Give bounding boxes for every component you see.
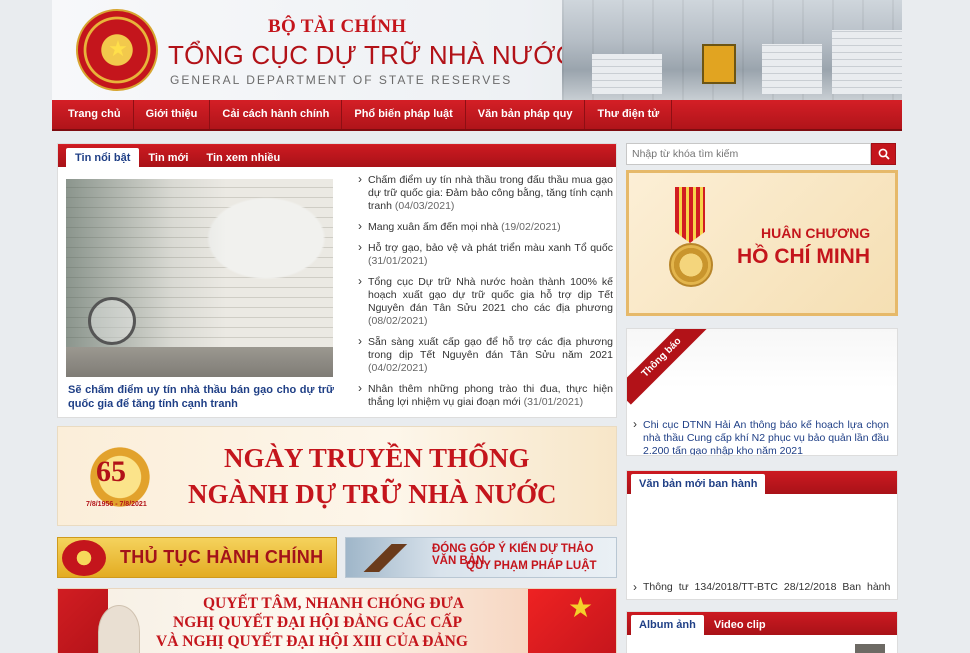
featured-news-image[interactable] [66, 179, 333, 377]
nav-item-about[interactable]: Giới thiệu [134, 100, 211, 129]
rice-stack [762, 44, 822, 94]
tab-new-documents[interactable]: Văn bản mới ban hành [631, 474, 766, 494]
image-floor [66, 347, 333, 377]
forklift [702, 44, 736, 84]
medal-icon [669, 243, 713, 287]
search-icon [878, 148, 890, 160]
news-title[interactable]: Tổng cục Dự trữ Nhà nước hoàn thành 100%… [368, 276, 613, 314]
admin-procedures-label: THỦ TỤC HÀNH CHÍNH [120, 547, 324, 567]
search-box [626, 143, 896, 165]
nav-item-legal-docs[interactable]: Văn bản pháp quy [466, 100, 586, 129]
news-date: (04/03/2021) [394, 200, 455, 212]
nav-item-home[interactable]: Trang chủ [52, 100, 134, 129]
header-warehouse-image [562, 0, 902, 100]
admin-procedures-banner[interactable]: THỦ TỤC HÀNH CHÍNH [57, 537, 337, 578]
nav-item-email[interactable]: Thư điện tử [585, 100, 673, 129]
list-item[interactable]: Sẵn sàng xuất cấp gạo để hỗ trợ các địa … [358, 335, 613, 375]
site-logo[interactable]: ★ [76, 9, 158, 91]
featured-news-title[interactable]: Sẽ chấm điểm uy tín nhà thầu bán gạo cho… [68, 383, 334, 411]
award-banner[interactable]: HUÂN CHƯƠNG HỒ CHÍ MINH [626, 170, 898, 316]
nav-item-law[interactable]: Phổ biến pháp luật [342, 100, 466, 129]
news-date: (31/01/2021) [523, 396, 584, 408]
nav-item-admin-reform[interactable]: Cải cách hành chính [210, 100, 343, 129]
notice-item[interactable]: Chi cục DTNN Hải An thông báo kế hoạch l… [633, 418, 889, 455]
document-item[interactable]: Thông tư 134/2018/TT-BTC 28/12/2018 Ban … [633, 580, 893, 594]
gavel-icon [360, 544, 410, 572]
news-date: (19/02/2021) [501, 221, 561, 233]
list-item[interactable]: Chấm điểm uy tín nhà thầu trong đấu thầu… [358, 173, 613, 213]
anniversary-line-2: NGÀNH DỰ TRỮ NHÀ NƯỚC [188, 479, 557, 509]
tab-latest[interactable]: Tin mới [139, 148, 197, 168]
news-box: Tin nổi bật Tin mới Tin xem nhiều Sẽ chấ… [57, 143, 617, 418]
news-list: Chấm điểm uy tín nhà thầu trong đấu thầu… [358, 173, 613, 417]
anniversary-number: 65 [96, 455, 126, 488]
new-documents-panel: Văn bản mới ban hành Thông tư 134/2018/T… [626, 470, 898, 600]
news-date: (31/01/2021) [368, 255, 428, 267]
congress-line-1: QUYẾT TÂM, NHANH CHÓNG ĐƯA [203, 595, 465, 612]
tab-most-viewed[interactable]: Tin xem nhiều [197, 148, 289, 168]
medal-ribbon [675, 187, 705, 243]
panel-header: Văn bản mới ban hành [627, 471, 897, 494]
news-title[interactable]: Hỗ trợ gạo, bảo vệ và phát triển màu xan… [368, 242, 613, 254]
tab-featured[interactable]: Tin nổi bật [66, 148, 140, 168]
list-item[interactable]: Mang xuân ấm đến mọi nhà (19/02/2021) [358, 220, 613, 234]
list-item[interactable]: Tổng cục Dự trữ Nhà nước hoàn thành 100%… [358, 275, 613, 328]
album-thumbnail[interactable] [855, 644, 885, 653]
news-title[interactable]: Mang xuân ấm đến mọi nhà [368, 221, 498, 233]
tab-album[interactable]: Album ảnh [631, 615, 704, 635]
search-button[interactable] [871, 143, 896, 165]
list-item[interactable]: Hỗ trợ gạo, bảo vệ và phát triển màu xan… [358, 241, 613, 268]
news-tabs: Tin nổi bật Tin mới Tin xem nhiều [58, 144, 616, 168]
award-line-1: HUÂN CHƯƠNG [761, 225, 871, 241]
site-header: ★ BỘ TÀI CHÍNH TỔNG CỤC DỰ TRỮ NHÀ NƯỚC … [52, 0, 902, 100]
emblem-icon [62, 540, 106, 576]
fan-graphic [88, 297, 136, 345]
ministry-name: BỘ TÀI CHÍNH [268, 16, 407, 37]
site-title: TỔNG CỤC DỰ TRỮ NHÀ NƯỚC [168, 40, 575, 70]
news-date: (08/02/2021) [368, 315, 428, 327]
notice-box: Thông báo Chi cục DTNN Hải An thông báo … [626, 328, 898, 456]
main-nav: Trang chủ Giới thiệu Cải cách hành chính… [52, 100, 902, 131]
rice-stack [592, 54, 662, 94]
site-english-title: GENERAL DEPARTMENT OF STATE RESERVES [170, 73, 513, 87]
award-line-2: HỒ CHÍ MINH [737, 245, 870, 268]
congress-line-3: VÀ NGHỊ QUYẾT ĐẠI HỘI XIII CỦA ĐẢNG [156, 633, 468, 650]
anniversary-years: 7/8/1956 - 7/8/2021 [86, 501, 147, 508]
news-title[interactable]: Sẵn sàng xuất cấp gạo để hỗ trợ các địa … [368, 336, 613, 361]
anniversary-banner[interactable]: 65 7/8/1956 - 7/8/2021 NGÀY TRUYỀN THỐNG… [57, 426, 617, 526]
media-panel: Album ảnh Video clip [626, 611, 898, 653]
portrait-graphic [98, 605, 140, 653]
anniversary-line-1: NGÀY TRUYỀN THỐNG [224, 443, 530, 473]
feedback-line-2: QUY PHẠM PHÁP LUẬT [466, 560, 597, 572]
anniversary-badge: 65 7/8/1956 - 7/8/2021 [72, 433, 168, 521]
congress-line-2: NGHỊ QUYẾT ĐẠI HỘI ĐẢNG CÁC CẤP [173, 614, 463, 631]
tab-video[interactable]: Video clip [706, 615, 774, 635]
list-item[interactable]: Nhân thêm những phong trào thi đua, thực… [358, 382, 613, 409]
news-date: (04/02/2021) [368, 362, 428, 374]
party-congress-banner[interactable]: ★ QUYẾT TÂM, NHANH CHÓNG ĐƯA NGHỊ QUYẾT … [57, 588, 617, 653]
search-input[interactable] [626, 143, 871, 165]
star-icon: ★ [108, 36, 128, 61]
feedback-banner[interactable]: ĐÓNG GÓP Ý KIẾN DỰ THẢO VĂN BẢN QUY PHẠM… [345, 537, 617, 578]
rice-stack [832, 30, 902, 94]
panel-header: Album ảnh Video clip [627, 612, 897, 635]
star-icon: ★ [568, 592, 594, 623]
